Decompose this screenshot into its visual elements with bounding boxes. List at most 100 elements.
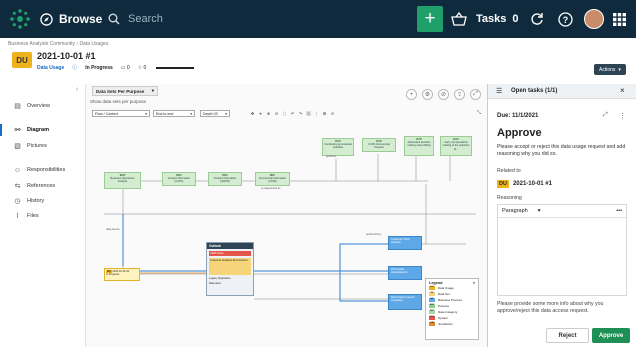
- legend-label: System: [438, 316, 449, 320]
- legend-label: Jurisdiction: [438, 322, 454, 326]
- basket-icon: [451, 12, 467, 26]
- help-icon: ?: [557, 11, 573, 27]
- process-node[interactable]: Customer Churn Analysis: [388, 236, 422, 250]
- close-icon[interactable]: ×: [473, 281, 475, 285]
- rating-count: 0: [143, 64, 147, 71]
- asset-meta: Data Usage ⓘ In Progress ▭ 0 ☆ 0: [37, 64, 195, 71]
- comments-counter[interactable]: ▭ 0: [121, 65, 130, 71]
- reasoning-help-text: Please provide some more info about why …: [497, 301, 604, 314]
- sidebar-item-history[interactable]: ◷ History: [13, 195, 44, 207]
- info-icon[interactable]: ⓘ: [72, 64, 77, 71]
- system-node-row: CRM Views: [209, 251, 251, 256]
- task-panel-header: ☰ Open tasks (1/1) ×: [488, 84, 636, 99]
- sync-button[interactable]: [528, 10, 546, 28]
- apps-menu-button[interactable]: [610, 10, 628, 28]
- attachment-icon: ⌇: [15, 213, 20, 220]
- sidebar-item-label: Pictures: [27, 143, 47, 149]
- help-button[interactable]: ?: [556, 10, 574, 28]
- related-asset[interactable]: DU 2021-10-01 #1: [497, 178, 552, 189]
- legend-swatch: DU: [429, 286, 435, 290]
- node-label: Conducting promotional activities: [324, 143, 352, 150]
- diagram-node[interactable]: DDC Contact information (GDPR): [208, 172, 242, 186]
- legend-label: Purpose: [438, 304, 450, 308]
- asset-type-link[interactable]: Data Usage: [37, 65, 64, 71]
- asset-type-badge: DU: [12, 52, 32, 68]
- paragraph-style-label: Paragraph: [502, 208, 528, 214]
- node-label: Contact information (GDPR): [213, 177, 237, 184]
- diagram-node[interactable]: DUP Carry out operations relating to the …: [440, 136, 472, 156]
- sidebar: ‹ ▤ Overview ⚯ Diagram ▧ Pictures ☺ Responsi…: [0, 84, 86, 347]
- plus-icon: +: [424, 8, 436, 29]
- rating-counter[interactable]: ☆ 0: [138, 65, 147, 71]
- sidebar-item-diagram[interactable]: ⚯ Diagram: [0, 124, 49, 136]
- breadcrumb-domain[interactable]: Data Usages: [79, 41, 108, 47]
- process-node[interactable]: Non Product Launch Campaign: [388, 294, 422, 310]
- node-label: Commercial information (CCPA): [258, 177, 287, 184]
- sidebar-item-references[interactable]: ⇆ References: [13, 180, 56, 192]
- close-icon[interactable]: ×: [620, 86, 625, 95]
- paragraph-style-select[interactable]: Paragraph ▾: [502, 208, 540, 214]
- task-description: Please accept or reject this data usage …: [497, 144, 626, 157]
- node-status: In Progress: [106, 273, 120, 277]
- edge-label: is categorized as: [261, 187, 281, 190]
- system-node-row: Legacy Application: [209, 277, 231, 280]
- more-icon[interactable]: •••: [616, 208, 622, 214]
- create-button[interactable]: +: [417, 6, 443, 32]
- diagram-node[interactable]: DUP Automated decision making and profili…: [404, 136, 434, 156]
- breadcrumb: Business Analysts Community › Data Usage…: [8, 41, 108, 47]
- expand-icon[interactable]: ⤢: [603, 112, 608, 119]
- diagram-node[interactable]: DUP CCPA Commercial Purpose: [362, 138, 396, 152]
- legend-swatch: DS: [429, 292, 435, 296]
- reasoning-editor[interactable]: Paragraph ▾ •••: [497, 204, 627, 296]
- overview-icon: ▤: [14, 103, 21, 110]
- legend-swatch: DDC: [429, 310, 435, 314]
- reject-button[interactable]: Reject: [546, 328, 589, 343]
- collapse-sidebar-icon[interactable]: ‹: [76, 86, 78, 93]
- user-avatar[interactable]: [584, 9, 604, 29]
- tasks-button[interactable]: Tasks 0: [476, 10, 519, 28]
- sidebar-item-responsibilities[interactable]: ☺ Responsibilities: [13, 164, 65, 176]
- references-icon: ⇆: [14, 183, 21, 190]
- diagram-node[interactable]: BOP Business Operations Analysis: [104, 172, 141, 189]
- app-logo-icon[interactable]: [8, 7, 32, 31]
- diagram-legend: Legend × DU Data Usage DS Data Set BP Busine…: [425, 278, 479, 340]
- history-icon: ◷: [14, 198, 21, 205]
- diagram-node[interactable]: DUP Conducting promotional activities: [322, 138, 354, 156]
- breadcrumb-community[interactable]: Business Analysts Community: [8, 41, 75, 47]
- progress-bar: [156, 66, 195, 69]
- basket-button[interactable]: [450, 10, 468, 28]
- system-node-header: Outlook: [207, 243, 253, 249]
- edge-label: performed by: [366, 233, 382, 236]
- editor-toolbar: Paragraph ▾ •••: [498, 205, 626, 218]
- edge-label: data source: [106, 228, 120, 231]
- sidebar-item-label: Responsibilities: [27, 167, 66, 173]
- diagram-canvas[interactable]: Data Sets Per Purpose ▾ Show data sets pe…: [86, 84, 487, 347]
- process-node[interactable]: Print media advertisement: [388, 266, 422, 280]
- status-badge: In Progress: [85, 64, 113, 71]
- legend-label: Data Set: [438, 292, 450, 296]
- data-usage-node[interactable]: DU 2021-10-01 #1 In Progress: [104, 268, 140, 281]
- browse-button[interactable]: Browse: [40, 9, 102, 29]
- sidebar-item-overview[interactable]: ▤ Overview: [13, 100, 50, 112]
- system-node-row: Data store: [209, 282, 221, 285]
- diagram-node[interactable]: DDC Commercial information (CCPA): [255, 172, 290, 186]
- picture-icon: ▧: [14, 143, 21, 150]
- approve-button[interactable]: Approve: [592, 328, 630, 343]
- more-options-icon[interactable]: ⋮: [619, 112, 626, 120]
- actions-button[interactable]: Actions ▾: [594, 64, 626, 75]
- legend-label: Data Usage: [438, 286, 454, 290]
- legend-swatch: SYS: [429, 316, 435, 320]
- search-input[interactable]: Search: [108, 9, 406, 29]
- reasoning-label: Reasoning: [497, 195, 522, 201]
- page-title: 2021-10-01 #1: [37, 51, 96, 61]
- chevron-down-icon: ▾: [537, 208, 541, 214]
- svg-text:?: ?: [562, 15, 568, 25]
- system-node[interactable]: Outlook CRM Views Customer Analytics Env…: [206, 242, 254, 296]
- node-label: Contact information (CCPA): [167, 177, 191, 184]
- sidebar-item-files[interactable]: ⌇ Files: [13, 210, 39, 222]
- sidebar-item-pictures[interactable]: ▧ Pictures: [13, 140, 47, 152]
- comment-icon: ▭: [120, 64, 126, 71]
- diagram-node[interactable]: DDC Contact information (CCPA): [162, 172, 196, 186]
- node-label: Automated decision making and profiling: [407, 141, 431, 148]
- rating-icon: ☆: [137, 64, 143, 71]
